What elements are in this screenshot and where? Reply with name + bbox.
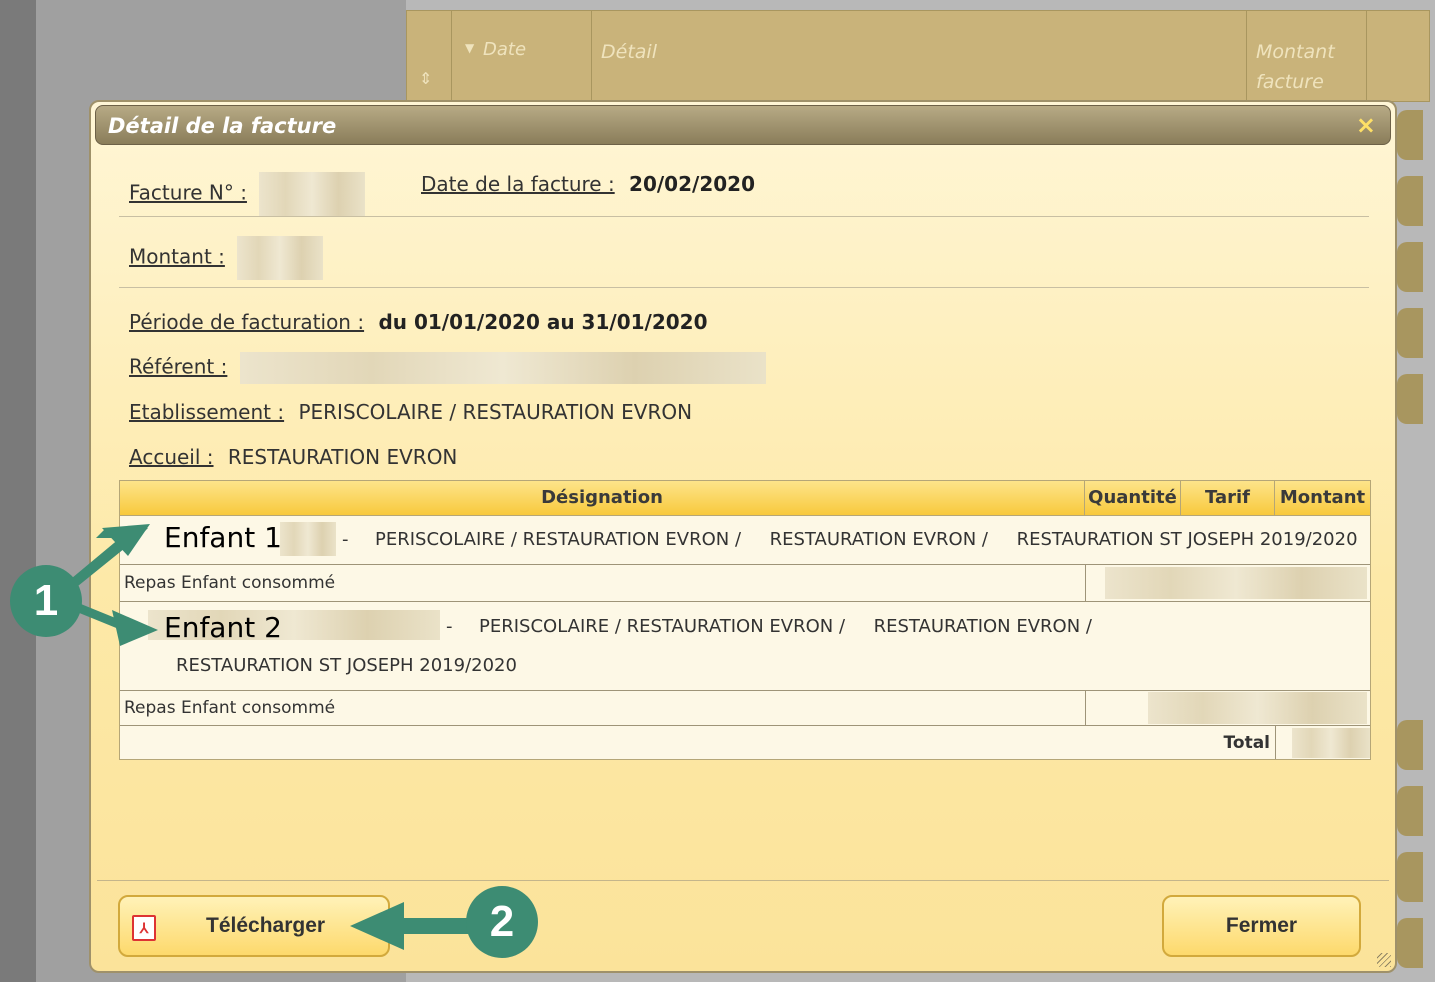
background-row-button[interactable] xyxy=(1397,918,1423,968)
etablissement-value: PERISCOLAIRE / RESTAURATION EVRON xyxy=(298,400,693,424)
footer-divider xyxy=(97,880,1389,881)
background-row-button[interactable] xyxy=(1397,852,1423,902)
group-enfant-2: - PERISCOLAIRE / RESTAURATION EVRON / RE… xyxy=(120,602,1370,690)
facture-number-label: Facture N° : xyxy=(129,180,247,205)
group-path-line2: RESTAURATION ST JOSEPH 2019/2020 xyxy=(176,655,517,676)
redacted-total-value xyxy=(1292,728,1370,758)
download-button-label: Télécharger xyxy=(206,914,326,937)
sort-down-icon: ▼ xyxy=(465,41,475,55)
download-button[interactable]: ⅄ Télécharger xyxy=(118,895,390,957)
sort-arrows-icon: ⇕ xyxy=(419,69,433,88)
column-montant-label-2: facture xyxy=(1256,71,1324,93)
annotation-badge-2: 2 xyxy=(466,886,538,958)
line-label: Repas Enfant consommé xyxy=(124,698,336,718)
sort-column[interactable]: ⇕ xyxy=(407,11,452,101)
background-table-header: ⇕ ▼ Date Détail Montant facture xyxy=(406,10,1430,102)
facture-date-label: Date de la facture : xyxy=(421,172,615,196)
header-designation: Désignation xyxy=(120,481,1085,515)
redacted-montant xyxy=(237,236,324,280)
pdf-icon: ⅄ xyxy=(132,915,156,941)
background-row-button[interactable] xyxy=(1397,242,1423,292)
divider xyxy=(119,287,1369,288)
montant-label: Montant : xyxy=(129,244,225,269)
background-row-button[interactable] xyxy=(1397,374,1423,424)
accueil-label: Accueil : xyxy=(129,445,214,469)
group-dash: - xyxy=(342,529,349,550)
table-row: Repas Enfant consommé xyxy=(120,565,1370,601)
divider xyxy=(119,216,1369,217)
facture-date-row: Date de la facture : 20/02/2020 xyxy=(421,172,755,196)
referent-label: Référent : xyxy=(129,354,228,379)
header-quantite: Quantité xyxy=(1085,481,1181,515)
page-left-edge xyxy=(0,0,36,982)
etablissement-label: Etablissement : xyxy=(129,400,285,424)
background-row-button[interactable] xyxy=(1397,176,1423,226)
periode-row: Période de facturation : du 01/01/2020 a… xyxy=(129,310,708,334)
accueil-value: RESTAURATION EVRON xyxy=(227,445,458,469)
annotation-enfant-2: Enfant 2 xyxy=(164,611,282,644)
column-date-label: Date xyxy=(483,39,527,60)
group-dash: - xyxy=(446,616,453,637)
background-row-button[interactable] xyxy=(1397,308,1423,358)
header-montant: Montant xyxy=(1279,487,1366,508)
header-tarif: Tarif xyxy=(1181,481,1275,515)
redacted-line-values xyxy=(1148,692,1367,724)
facture-date-value: 20/02/2020 xyxy=(629,172,755,196)
background-row-button[interactable] xyxy=(1397,720,1423,770)
close-icon[interactable]: × xyxy=(1356,111,1376,139)
redacted-facture-number xyxy=(259,172,366,216)
redacted-line-values xyxy=(1105,567,1367,599)
etablissement-row: Etablissement : PERISCOLAIRE / RESTAURAT… xyxy=(129,400,692,424)
group-enfant-1: - PERISCOLAIRE / RESTAURATION EVRON / RE… xyxy=(120,516,1370,564)
table-header: Désignation Quantité Tarif Montant xyxy=(120,481,1370,516)
redacted-referent xyxy=(239,352,766,384)
montant-row: Montant : xyxy=(129,236,324,280)
column-detail-label: Détail xyxy=(601,41,657,63)
column-divider xyxy=(1085,565,1086,601)
group-path-line1: PERISCOLAIRE / RESTAURATION EVRON / REST… xyxy=(479,616,1092,637)
accueil-row: Accueil : RESTAURATION EVRON xyxy=(129,445,457,469)
line-label: Repas Enfant consommé xyxy=(124,573,336,593)
annotation-enfant-1: Enfant 1 xyxy=(164,521,282,554)
close-button[interactable]: Fermer xyxy=(1162,895,1361,957)
column-montant-label: Montant xyxy=(1256,41,1335,63)
periode-label: Période de facturation : xyxy=(129,310,365,334)
total-row: Total xyxy=(120,726,1370,759)
dialog-title: Détail de la facture xyxy=(108,114,337,138)
redacted-child-name xyxy=(280,522,336,556)
periode-value: du 01/01/2020 au 31/01/2020 xyxy=(378,310,708,334)
column-header-detail[interactable]: Détail xyxy=(591,11,1247,101)
invoice-lines-table: Désignation Quantité Tarif Montant - PER… xyxy=(119,480,1371,760)
column-divider xyxy=(1275,726,1276,759)
dialog-titlebar[interactable]: Détail de la facture × xyxy=(95,105,1391,145)
total-label: Total xyxy=(1223,733,1270,753)
column-header-montant[interactable]: Montant facture xyxy=(1246,11,1367,101)
background-row-button[interactable] xyxy=(1397,786,1423,836)
group-path: PERISCOLAIRE / RESTAURATION EVRON / REST… xyxy=(375,529,1358,550)
resize-grip-icon[interactable] xyxy=(1377,953,1391,967)
facture-number-row: Facture N° : xyxy=(129,172,366,216)
invoice-detail-dialog: Détail de la facture × Facture N° : Date… xyxy=(89,100,1397,973)
annotation-badge-1: 1 xyxy=(10,565,82,637)
table-row: Repas Enfant consommé xyxy=(120,691,1370,725)
background-row-button[interactable] xyxy=(1397,110,1423,160)
referent-row: Référent : xyxy=(129,352,766,384)
column-divider xyxy=(1085,691,1086,725)
column-header-date[interactable]: ▼ Date xyxy=(451,11,592,101)
